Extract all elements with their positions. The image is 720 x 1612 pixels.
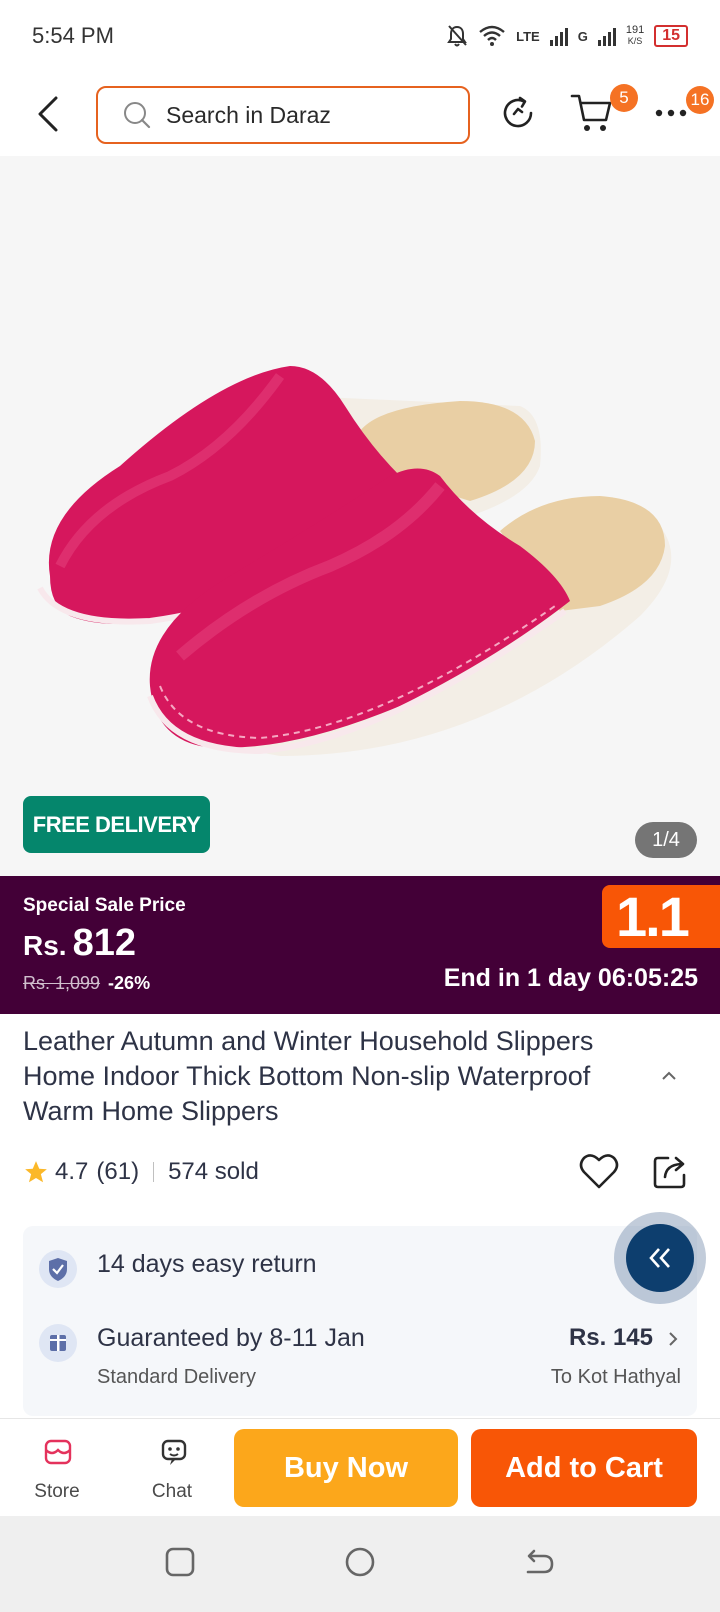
delivery-type: Standard Delivery	[97, 1366, 256, 1388]
share-icon[interactable]	[652, 1152, 690, 1190]
store-tab[interactable]: Store	[12, 1419, 102, 1517]
sale-countdown: End in 1 day 06:05:25	[443, 964, 698, 992]
product-image	[37, 366, 672, 756]
history-icon[interactable]	[498, 93, 538, 133]
net-speed-value: 191	[625, 24, 645, 36]
more-count-badge: 16	[686, 86, 714, 114]
cart-icon[interactable]	[570, 92, 614, 134]
campaign-logo: 1.1	[602, 885, 720, 948]
sale-title: Special Sale Price	[23, 895, 186, 916]
search-icon	[124, 102, 151, 129]
store-label: Store	[34, 1481, 80, 1502]
bottom-action-bar: Store Chat Buy Now Add to Cart	[0, 1418, 720, 1516]
price-currency: Rs.	[23, 930, 67, 961]
star-icon	[25, 1161, 47, 1183]
buy-now-button[interactable]: Buy Now	[234, 1429, 458, 1507]
search-placeholder: Search in Daraz	[166, 101, 331, 128]
net-speed-unit: K/S	[627, 36, 643, 46]
recent-apps-icon[interactable]	[164, 1546, 196, 1578]
double-chevron-left-icon	[649, 1248, 670, 1268]
store-icon	[44, 1439, 72, 1465]
delivery-fee: Rs. 145	[568, 1324, 653, 1351]
net-speed: 191 K/S	[626, 25, 644, 47]
image-page-indicator: 1/4	[635, 822, 697, 858]
back-nav-icon[interactable]	[524, 1546, 556, 1578]
price-amount: 812	[72, 922, 136, 964]
battery-indicator: 15	[654, 25, 688, 47]
floating-button-inner	[626, 1224, 694, 1292]
home-icon[interactable]	[344, 1546, 376, 1578]
sold-count: 574 sold	[168, 1158, 259, 1185]
product-title: Leather Autumn and Winter Household Slip…	[23, 1026, 594, 1126]
header: Search in Daraz 5 16	[0, 76, 720, 156]
chevron-up-icon[interactable]	[660, 1070, 678, 1082]
signal-icon-2	[597, 28, 616, 46]
sale-price: Rs. 812	[23, 922, 136, 965]
delivery-box-icon	[39, 1324, 77, 1362]
system-navigation-bar	[0, 1516, 720, 1612]
status-bar: 5:54 PM LTE G 191 K/S 15	[0, 0, 720, 72]
return-policy: 14 days easy return	[97, 1250, 317, 1278]
chat-label: Chat	[151, 1481, 193, 1502]
original-price-row: Rs. 1,099 -26%	[23, 973, 150, 994]
chat-icon	[161, 1439, 187, 1465]
delivery-guarantee: Guaranteed by 8-11 Jan	[97, 1324, 365, 1352]
add-to-cart-button[interactable]: Add to Cart	[471, 1429, 697, 1507]
cart-count-badge: 5	[610, 84, 638, 112]
search-input[interactable]: Search in Daraz	[96, 86, 470, 144]
product-image-gallery[interactable]: FREE DELIVERY 1/4	[0, 156, 720, 876]
return-shield-icon	[39, 1250, 77, 1288]
wifi-icon	[479, 25, 505, 46]
floating-expand-button[interactable]	[614, 1212, 706, 1304]
chevron-right-icon[interactable]	[667, 1330, 679, 1348]
rating-row[interactable]: 4.7 (61) 574 sold	[23, 1152, 259, 1192]
discount-percent: -26%	[108, 973, 151, 993]
g-label: G	[577, 28, 588, 44]
more-options-icon[interactable]	[654, 106, 688, 120]
free-delivery-badge: FREE DELIVERY	[23, 796, 210, 853]
back-arrow-icon[interactable]	[32, 94, 66, 134]
status-time: 5:54 PM	[32, 23, 114, 48]
signal-icon	[549, 28, 568, 46]
delivery-destination: To Kot Hathyal	[550, 1366, 681, 1388]
service-card[interactable]: 14 days easy return Guaranteed by 8-11 J…	[23, 1226, 697, 1416]
mute-notification-icon	[447, 25, 467, 47]
status-icons: LTE G 191 K/S 15	[446, 24, 688, 48]
chat-tab[interactable]: Chat	[127, 1419, 217, 1517]
divider	[153, 1162, 155, 1182]
lte-label: LTE	[516, 28, 540, 44]
rating-value: 4.7	[55, 1158, 89, 1185]
original-price: Rs. 1,099	[23, 973, 101, 993]
heart-icon[interactable]	[578, 1151, 620, 1191]
sale-banner: Special Sale Price Rs. 812 Rs. 1,099 -26% …	[0, 876, 720, 1014]
rating-count: (61)	[96, 1158, 140, 1185]
